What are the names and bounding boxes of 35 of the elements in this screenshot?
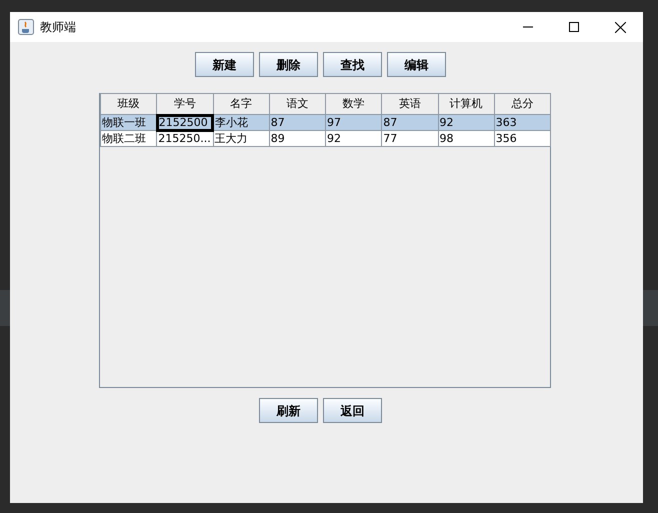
action-button[interactable]: 刷新 xyxy=(259,398,318,423)
toolbar-button[interactable]: 编辑 xyxy=(387,52,446,77)
column-header: 计算机 xyxy=(438,94,494,114)
table-cell: 87 xyxy=(269,114,326,130)
column-header: 英语 xyxy=(382,94,438,114)
table-row[interactable]: 物联二班 215250... 王大力 89 92 77 98 356 xyxy=(100,130,550,146)
column-header: 数学 xyxy=(326,94,382,114)
column-header: 总分 xyxy=(494,94,550,114)
action-button[interactable]: 返回 xyxy=(323,398,382,423)
table-row[interactable]: 物联一班 2152500 李小花 87 97 87 92 363 xyxy=(100,114,550,130)
window-title: 教师端 xyxy=(40,19,76,36)
toolbar-button[interactable]: 新建 xyxy=(195,52,254,77)
column-header: 学号 xyxy=(156,94,213,114)
close-icon[interactable] xyxy=(614,22,626,32)
table-cell: 2152500 xyxy=(156,114,213,130)
maximize-icon[interactable] xyxy=(569,22,579,32)
table-cell: 王大力 xyxy=(213,130,270,146)
table-cell: 363 xyxy=(494,114,550,130)
table-cell: 87 xyxy=(382,114,438,130)
table-cell: 物联二班 xyxy=(100,130,157,146)
table-cell: 97 xyxy=(326,114,382,130)
table-cell: 356 xyxy=(494,130,550,146)
toolbar-button[interactable]: 删除 xyxy=(259,52,318,77)
table-cell: 89 xyxy=(269,130,326,146)
table-cell: 77 xyxy=(382,130,438,146)
table-cell: 98 xyxy=(438,130,494,146)
column-header: 班级 xyxy=(100,94,157,114)
toolbar-button[interactable]: 查找 xyxy=(323,52,382,77)
table-cell: 李小花 xyxy=(213,114,270,130)
table-cell: 物联一班 xyxy=(100,114,157,130)
column-header: 语文 xyxy=(269,94,326,114)
table-cell: 92 xyxy=(326,130,382,146)
column-header: 名字 xyxy=(213,94,270,114)
java-cup-icon xyxy=(18,19,34,35)
table-cell: 92 xyxy=(438,114,494,130)
